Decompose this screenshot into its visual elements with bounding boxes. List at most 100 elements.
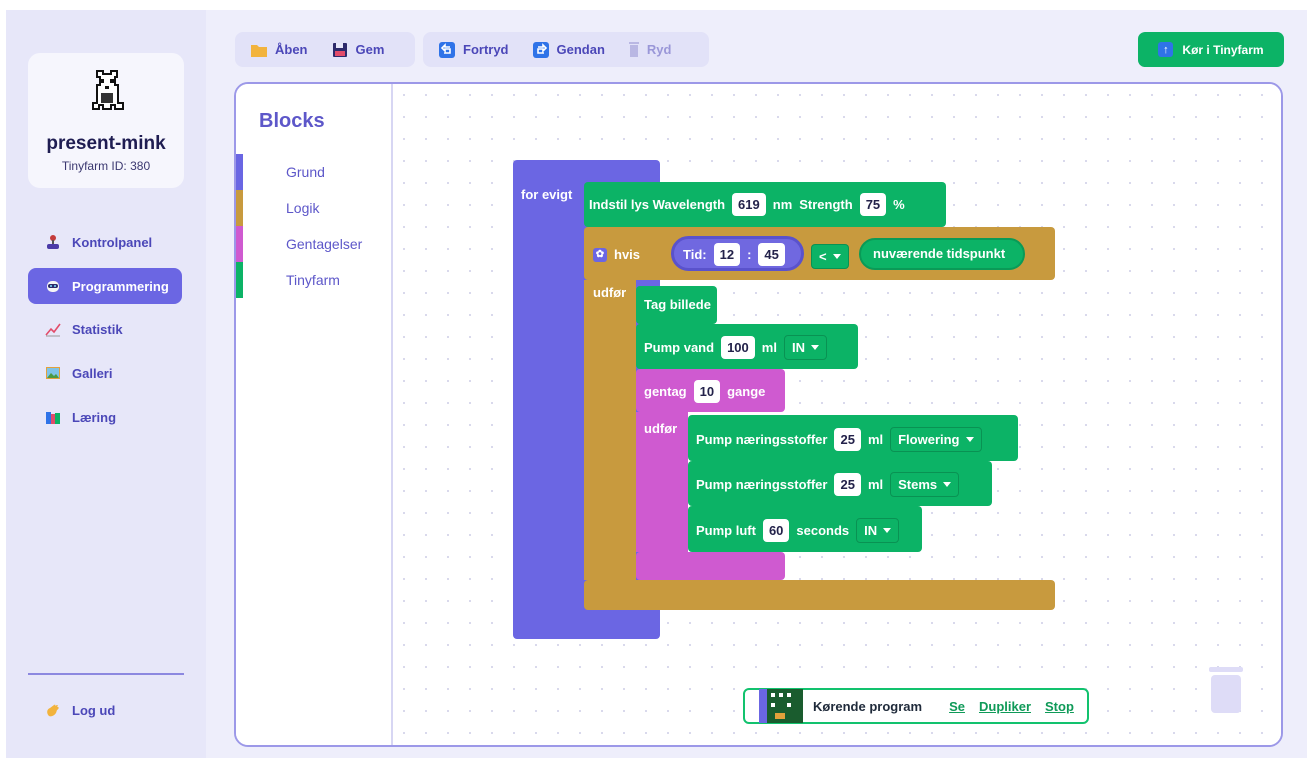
category-gentagelser[interactable]: Gentagelser	[236, 226, 391, 262]
open-button[interactable]: Åben	[235, 32, 316, 67]
run-in-tinyfarm-button[interactable]: ↑ Kør i Tinyfarm	[1138, 32, 1284, 67]
edit-toolbar: Fortryd Gendan Ryd	[423, 32, 709, 67]
avatar	[92, 70, 124, 110]
upload-arrow-icon: ↑	[1158, 42, 1174, 57]
operator-dropdown[interactable]: <	[811, 244, 849, 269]
block-canvas[interactable]: for evigt Indstil lys Wavelength 619 nm …	[393, 84, 1281, 745]
joystick-icon	[45, 234, 61, 250]
nm-label: nm	[772, 197, 793, 212]
redo-icon	[532, 41, 549, 58]
undo-icon	[439, 41, 455, 58]
if-header: ✿ hvis	[593, 247, 640, 262]
nav-item-label: Statistik	[72, 321, 123, 337]
nav-item-programmering[interactable]: Programmering	[28, 268, 182, 304]
repeat-count-input[interactable]: 10	[693, 380, 721, 403]
nav-item-label: Kontrolpanel	[72, 234, 153, 250]
nutrient-type-dropdown[interactable]: Flowering	[890, 427, 982, 452]
pump-nutrient-label: Pump næringsstoffer	[696, 477, 828, 492]
percent-label: %	[893, 197, 905, 212]
sidebar: present-mink Tinyfarm ID: 380 Kontrolpan…	[6, 10, 206, 758]
category-color	[236, 226, 243, 262]
undo-button[interactable]: Fortryd	[423, 32, 517, 67]
set-light-content: Indstil lys Wavelength 619 nm Strength 7…	[589, 193, 905, 216]
water-unit-label: ml	[761, 340, 777, 355]
running-program-bar: Kørende program Se Dupliker Stop	[743, 688, 1089, 724]
time-colon: :	[747, 247, 752, 262]
workspace: Blocks Grund Logik Gentagelser Tinyfarm …	[234, 82, 1283, 747]
nav-item-label: Galleri	[72, 365, 113, 381]
pump-nutrient-content: Pump næringsstoffer 25 ml Stems	[696, 472, 960, 497]
chevron-down-icon	[832, 254, 841, 259]
category-grund[interactable]: Grund	[236, 154, 391, 190]
sidebar-divider	[28, 673, 184, 675]
save-button[interactable]: Gem	[316, 32, 393, 67]
water-amount-input[interactable]: 100	[721, 336, 755, 359]
pump-water-label: Pump vand	[644, 340, 715, 355]
category-tinyfarm[interactable]: Tinyfarm	[236, 262, 391, 298]
time-label: Tid:	[683, 247, 707, 262]
water-direction-dropdown[interactable]: IN	[783, 335, 827, 360]
air-direction-dropdown[interactable]: IN	[856, 518, 900, 543]
pump-air-label: Pump luft	[696, 523, 756, 538]
repeat-do-label: udfør	[644, 421, 678, 436]
app-window: present-mink Tinyfarm ID: 380 Kontrolpan…	[6, 10, 1307, 758]
forever-label: for evigt	[521, 187, 573, 202]
hour-input[interactable]: 12	[713, 243, 741, 266]
strength-input[interactable]: 75	[859, 193, 887, 216]
picture-icon	[45, 365, 61, 381]
repeat-content: gentag 10 gange	[644, 380, 765, 403]
chevron-down-icon	[965, 437, 974, 442]
stop-link[interactable]: Stop	[1045, 699, 1074, 714]
take-photo-label: Tag billede	[644, 297, 711, 312]
chevron-down-icon	[883, 528, 892, 533]
category-color	[236, 262, 243, 298]
category-logik[interactable]: Logik	[236, 190, 391, 226]
if-do-label: udfør	[593, 285, 627, 300]
nav-item-laering[interactable]: Læring	[28, 399, 182, 435]
air-amount-input[interactable]: 60	[762, 519, 790, 542]
chart-icon	[45, 321, 61, 337]
wavelength-input[interactable]: 619	[732, 193, 766, 216]
nutrient-unit-label: ml	[867, 432, 884, 447]
profile-name: present-mink	[46, 133, 166, 154]
nutrient-amount-input[interactable]: 25	[834, 428, 861, 451]
logout-label: Log ud	[72, 702, 116, 718]
see-link[interactable]: Se	[949, 699, 965, 714]
nav-item-label: Programmering	[72, 278, 169, 294]
chevron-down-icon	[943, 482, 952, 487]
minute-input[interactable]: 45	[758, 243, 785, 266]
repeat-block-footer	[636, 552, 785, 580]
nutrient-amount-input[interactable]: 25	[834, 473, 861, 496]
pump-water-content: Pump vand 100 ml IN	[644, 335, 827, 360]
if-block-body	[584, 280, 636, 580]
nav-item-kontrolpanel[interactable]: Kontrolpanel	[28, 224, 182, 260]
folder-icon	[251, 44, 267, 57]
if-block-footer	[584, 580, 1055, 610]
chevron-down-icon	[810, 345, 819, 350]
floppy-icon	[332, 42, 347, 57]
nav-item-galleri[interactable]: Galleri	[28, 355, 182, 391]
logout-button[interactable]: Log ud	[28, 692, 182, 728]
robot-icon	[45, 278, 61, 294]
tinyfarm-thumbnail-icon	[759, 689, 803, 723]
category-color	[236, 190, 243, 226]
repeat-label: gentag	[644, 384, 687, 399]
nav-item-statistik[interactable]: Statistik	[28, 311, 182, 347]
gear-icon[interactable]: ✿	[593, 247, 607, 262]
clear-button[interactable]: Ryd	[613, 32, 680, 67]
nav-item-label: Læring	[72, 409, 117, 425]
current-time-label: nuværende tidspunkt	[873, 246, 1006, 261]
trash-icon	[628, 42, 639, 57]
time-content: Tid: 12 : 45	[683, 243, 785, 266]
nutrient-type-dropdown[interactable]: Stems	[890, 472, 960, 497]
pump-nutrient-label: Pump næringsstoffer	[696, 432, 828, 447]
repeat-times-label: gange	[727, 384, 766, 399]
duplicate-link[interactable]: Dupliker	[979, 699, 1031, 714]
redo-button[interactable]: Gendan	[517, 32, 613, 67]
nutrient-unit-label: ml	[867, 477, 884, 492]
trash-icon[interactable]	[1207, 665, 1245, 715]
toolbox: Blocks Grund Logik Gentagelser Tinyfarm	[236, 84, 393, 745]
file-toolbar: Åben Gem	[235, 32, 415, 67]
toolbox-title: Blocks	[259, 110, 325, 132]
books-icon	[45, 409, 61, 425]
